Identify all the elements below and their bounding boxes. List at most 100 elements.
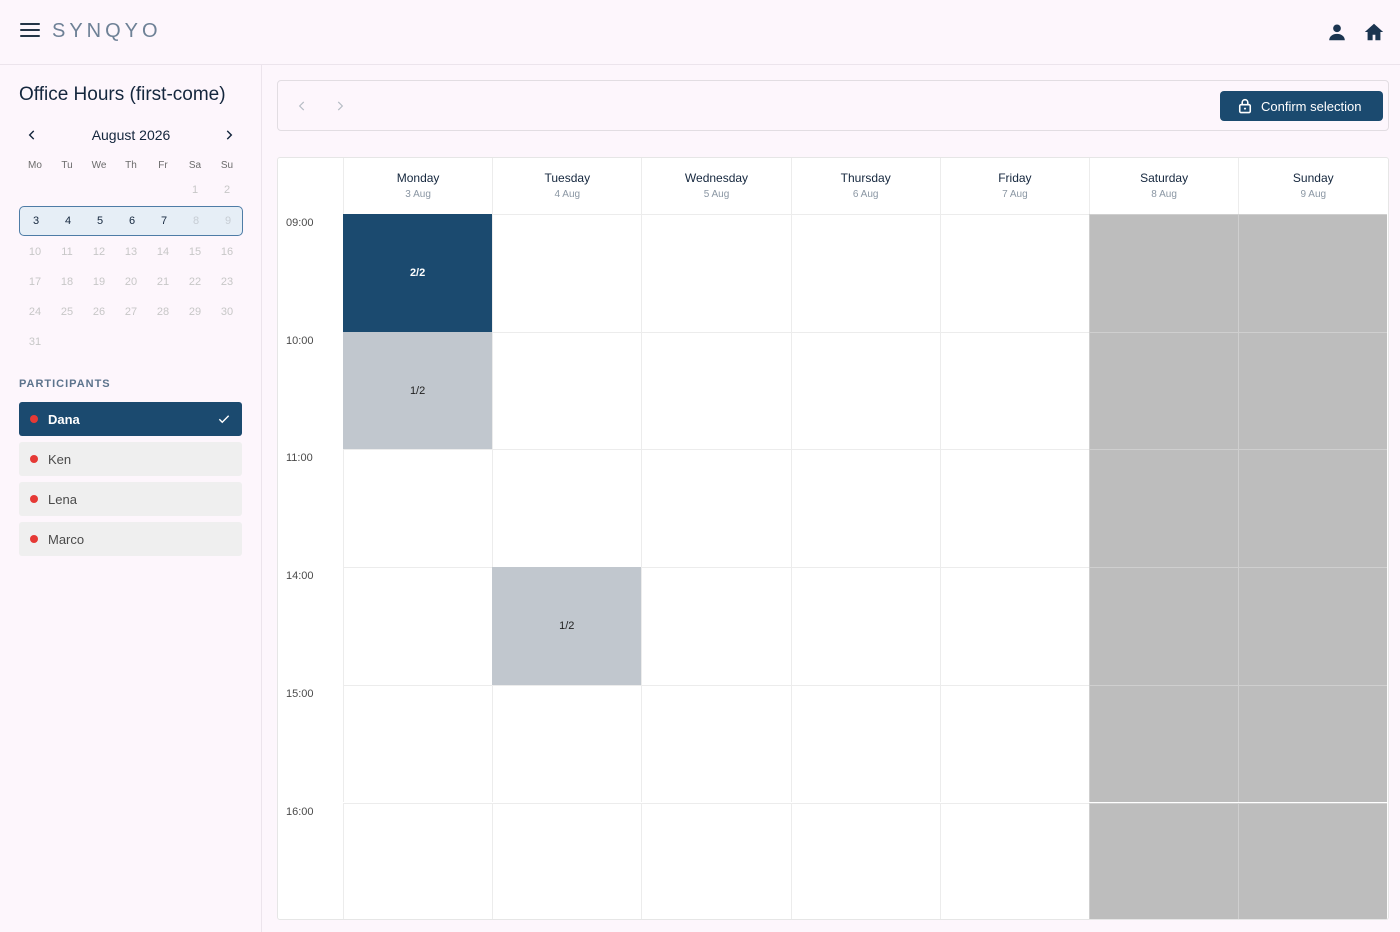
calendar-day[interactable]: 25 — [51, 297, 83, 327]
calendar-day[interactable]: 27 — [115, 297, 147, 327]
calendar-day[interactable]: 10 — [19, 237, 51, 267]
next-week-chevron-right-icon[interactable] — [330, 96, 350, 116]
person-icon[interactable] — [1326, 21, 1348, 43]
time-slot-cell[interactable] — [343, 567, 493, 685]
time-slot-cell[interactable] — [790, 567, 940, 685]
time-slot-cell[interactable] — [343, 449, 493, 568]
time-slot-cell[interactable] — [790, 214, 940, 332]
week-row[interactable]: 31 — [19, 327, 243, 357]
calendar-day[interactable]: 20 — [115, 267, 147, 297]
calendar-day[interactable]: 24 — [19, 297, 51, 327]
day-name: Monday — [396, 171, 440, 185]
week-grid: Monday 3 Aug Tuesday 4 Aug Wednesday 5 Aug Thu… — [277, 157, 1389, 920]
calendar-day[interactable]: 12 — [83, 237, 115, 267]
time-slot-cell[interactable] — [343, 684, 493, 803]
calendar-day[interactable]: 26 — [83, 297, 115, 327]
participant-item-ken[interactable]: Ken — [19, 442, 242, 476]
menu-icon[interactable] — [20, 23, 40, 41]
time-label: 16:00 — [286, 805, 314, 818]
calendar-day[interactable]: 19 — [83, 267, 115, 297]
time-slot-cell[interactable] — [492, 449, 642, 568]
week-row[interactable]: 12 — [19, 175, 243, 205]
calendar-day[interactable]: 17 — [19, 267, 51, 297]
time-slot-cell[interactable] — [939, 449, 1089, 568]
calendar-day — [83, 327, 115, 357]
time-slot-cell[interactable] — [641, 214, 791, 332]
day-name: Wednesday — [684, 171, 749, 185]
calendar-day[interactable]: 5 — [84, 207, 116, 235]
time-slot-cell[interactable] — [641, 331, 791, 450]
time-slot-cell[interactable] — [790, 802, 940, 919]
booked-slot-full[interactable]: 2/2 — [343, 214, 493, 332]
calendar-day[interactable]: 13 — [115, 237, 147, 267]
booked-slot-partial[interactable]: 1/2 — [492, 567, 642, 685]
day-date: 7 Aug — [1002, 189, 1028, 200]
day-date: 9 Aug — [1300, 189, 1327, 200]
month-label: August 2026 — [91, 127, 171, 143]
calendar-day[interactable]: 15 — [179, 237, 211, 267]
time-slot-cell[interactable] — [343, 802, 493, 919]
participant-name: Dana — [48, 411, 80, 427]
calendar-day[interactable]: 11 — [51, 237, 83, 267]
selected-week-row[interactable]: 3456789 — [19, 206, 243, 236]
time-slot-cell[interactable] — [939, 331, 1089, 450]
status-dot — [30, 455, 38, 463]
status-dot — [30, 535, 38, 543]
calendar-day[interactable]: 3 — [20, 207, 52, 235]
calendar-day[interactable]: 29 — [179, 297, 211, 327]
time-slot-cell[interactable] — [790, 684, 940, 803]
participant-item-dana[interactable]: Dana — [19, 402, 242, 436]
calendar-day[interactable]: 23 — [211, 267, 243, 297]
calendar-day[interactable]: 8 — [180, 207, 212, 235]
calendar-day[interactable]: 4 — [52, 207, 84, 235]
booked-slot-partial[interactable]: 1/2 — [343, 331, 493, 450]
calendar-day[interactable]: 2 — [211, 175, 243, 205]
time-slot-cell[interactable] — [641, 449, 791, 568]
calendar-day — [147, 327, 179, 357]
confirm-selection-button[interactable]: Confirm selection — [1220, 91, 1383, 121]
time-slot-cell[interactable] — [790, 449, 940, 568]
time-slot-cell[interactable] — [492, 331, 642, 450]
week-row[interactable]: 10 11 12 13 14 15 16 — [19, 237, 243, 267]
time-slot-cell[interactable] — [641, 684, 791, 803]
time-slot-cell[interactable] — [939, 567, 1089, 685]
calendar-day[interactable]: 6 — [116, 207, 148, 235]
home-icon[interactable] — [1363, 21, 1385, 43]
participant-item-lena[interactable]: Lena — [19, 482, 242, 516]
day-date: 3 Aug — [405, 189, 431, 200]
calendar-day — [51, 175, 83, 205]
time-slot-cell[interactable] — [790, 331, 940, 450]
time-label: 10:00 — [286, 334, 314, 347]
top-app-bar: SYNQYO — [0, 0, 1400, 65]
time-slot-cell[interactable] — [641, 802, 791, 919]
time-slot-cell[interactable] — [492, 684, 642, 803]
calendar-day[interactable]: 22 — [179, 267, 211, 297]
calendar-day[interactable]: 14 — [147, 237, 179, 267]
calendar-day — [115, 175, 147, 205]
calendar-day[interactable]: 28 — [147, 297, 179, 327]
unavailable-cell — [1089, 214, 1239, 332]
calendar-day[interactable]: 18 — [51, 267, 83, 297]
participant-item-marco[interactable]: Marco — [19, 522, 242, 556]
calendar-day[interactable]: 30 — [211, 297, 243, 327]
week-row[interactable]: 17 18 19 20 21 22 23 — [19, 267, 243, 297]
calendar-day[interactable]: 21 — [147, 267, 179, 297]
calendar-day[interactable]: 7 — [148, 207, 180, 235]
calendar-day[interactable]: 31 — [19, 327, 51, 357]
week-row[interactable]: 24 25 26 27 28 29 30 — [19, 297, 243, 327]
time-slot-cell[interactable] — [492, 802, 642, 919]
calendar-day — [19, 175, 51, 205]
prev-week-chevron-left-icon[interactable] — [292, 96, 312, 116]
time-slot-cell[interactable] — [641, 567, 791, 685]
next-month-chevron-right-icon[interactable] — [219, 125, 239, 145]
calendar-day[interactable]: 16 — [211, 237, 243, 267]
calendar-day[interactable]: 1 — [179, 175, 211, 205]
day-date: 8 Aug — [1151, 189, 1177, 200]
time-slot-cell[interactable] — [939, 684, 1089, 803]
time-slot-cell[interactable] — [939, 214, 1089, 332]
time-slot-cell[interactable] — [492, 214, 642, 332]
unavailable-cell — [1238, 331, 1388, 450]
unavailable-cell — [1238, 214, 1388, 332]
calendar-day[interactable]: 9 — [212, 207, 244, 235]
time-slot-cell[interactable] — [939, 802, 1089, 919]
